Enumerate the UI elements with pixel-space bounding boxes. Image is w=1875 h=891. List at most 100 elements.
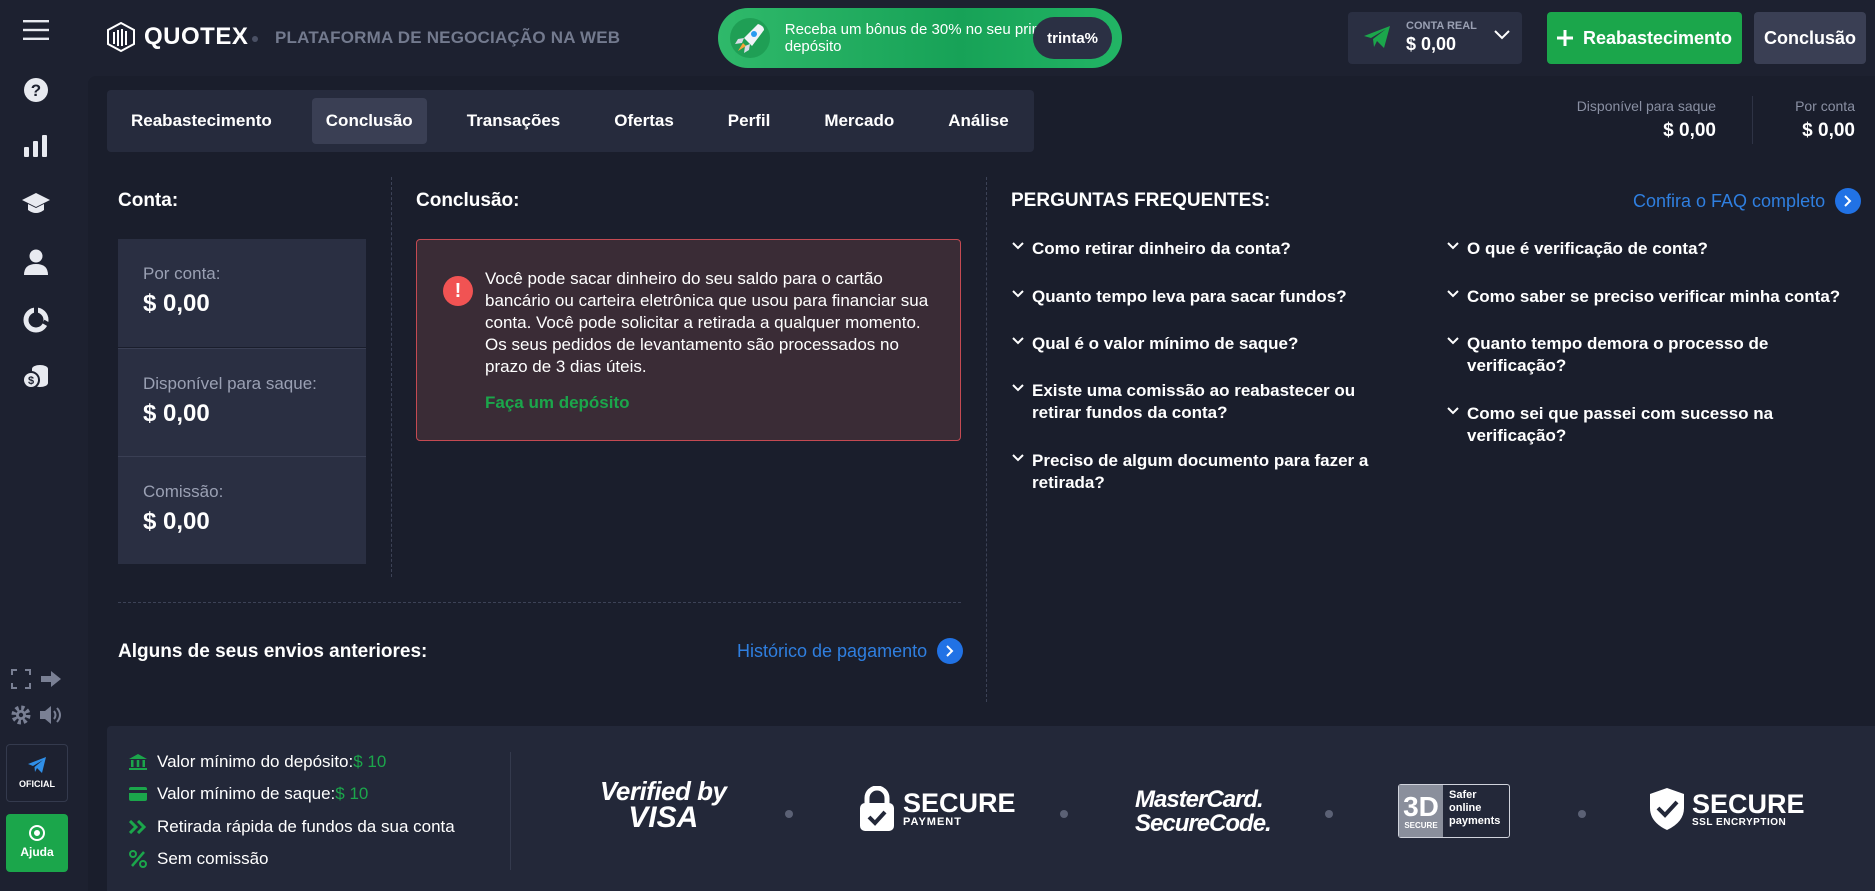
section-divider [391,177,392,577]
chevron-down-icon [1447,337,1459,345]
promo-badge[interactable]: trinta% [1033,17,1112,59]
help-status-icon [31,827,43,839]
3d-text-line1: Safer [1449,789,1477,801]
tab-transactions[interactable]: Transações [453,98,575,144]
chart-icon[interactable] [18,128,54,164]
chevron-right-icon [1835,188,1862,214]
coins-icon[interactable]: $ [18,358,54,394]
card-icon [129,785,147,803]
account-total-balance: Por conta $ 0,00 [1795,98,1855,142]
logout-arrow-icon[interactable] [38,666,64,692]
chevron-down-icon [1447,242,1459,250]
header: QUOTEX PLATAFORMA DE NEGOCIAÇÃO NA WEB R… [72,0,1875,76]
tab-offers[interactable]: Ofertas [600,98,688,144]
full-faq-link[interactable]: Confira o FAQ completo [1633,188,1862,214]
tab-deposit[interactable]: Reabastecimento [117,98,286,144]
help-icon[interactable]: ? [18,72,54,108]
available-balance-label: Disponível para saque [1576,98,1716,114]
payment-history-label: Histórico de pagamento [737,640,928,661]
tab-profile[interactable]: Perfil [714,98,785,144]
faq-question: Quanto tempo leva para sacar fundos? [1032,287,1347,306]
fast-withdraw-info: Retirada rápida de fundos da sua conta [129,817,455,837]
deposit-button[interactable]: Reabastecimento [1547,12,1742,64]
account-balance: $ 0,00 [1406,34,1457,54]
make-deposit-link[interactable]: Faça um depósito [485,393,630,413]
3d-text-line3: payments [1449,815,1501,827]
sound-icon[interactable] [38,702,64,728]
min-withdraw-label: Valor mínimo de saque: [157,784,336,803]
market-icon[interactable] [18,302,54,338]
deposit-button-label: Reabastecimento [1582,27,1733,48]
mastercard-top-text: MasterCard. [1135,786,1264,813]
faq-question: Como retirar dinheiro da conta? [1032,239,1291,258]
mastercard-securecode-logo: MasterCard. SecureCode. [1135,786,1272,837]
account-total-value: $ 0,00 [1802,120,1855,141]
3d-text-line2: online [1449,802,1482,814]
faq-item[interactable]: Como saber se preciso verificar minha co… [1447,286,1847,308]
secure-payment-logo: SECURE PAYMENT [859,786,1016,832]
stat-card-commission: Comissão: $ 0,00 [118,456,366,564]
history-title: Alguns de seus envios anteriores: [118,641,428,662]
available-balance: Disponível para saque $ 0,00 [1577,98,1716,142]
payment-info-footer: Valor mínimo do depósito:$ 10 Valor míni… [107,726,1875,891]
available-balance-value: $ 0,00 [1663,120,1716,141]
faq-question: Quanto tempo demora o processo de verifi… [1467,334,1769,375]
shield-check-icon [1650,788,1684,830]
tab-withdraw[interactable]: Conclusão [311,98,427,144]
chevron-down-icon [1012,290,1024,298]
chevron-down-icon [1012,242,1024,250]
logo-text: QUOTEX [144,23,249,50]
withdraw-button[interactable]: Conclusão [1754,12,1866,64]
secure-ssl-logo: SECURE SSL ENCRYPTION [1650,788,1805,830]
section-divider [118,602,961,603]
faq-item[interactable]: Quanto tempo demora o processo de verifi… [1447,333,1827,377]
official-telegram-button[interactable]: OFICIAL [6,744,68,802]
payment-history-link[interactable]: Histórico de pagamento [737,638,964,664]
mastercard-bottom-text: SecureCode. [1135,810,1272,837]
promo-banner[interactable]: Receba um bônus de 30% no seu primeiro d… [718,8,1122,68]
faq-item[interactable]: Quanto tempo leva para sacar fundos? [1012,286,1402,308]
settings-gear-icon[interactable] [8,702,34,728]
visa-bottom-text: VISA [628,801,699,834]
exclamation-icon: ! [443,276,473,306]
faq-item[interactable]: Qual é o valor mínimo de saque? [1012,333,1402,355]
faq-item[interactable]: Preciso de algum documento para fazer a … [1012,450,1392,494]
paper-plane-icon [1364,26,1390,48]
fast-withdraw-text: Retirada rápida de fundos da sua conta [157,817,455,836]
faq-question: Como saber se preciso verificar minha co… [1467,287,1841,306]
chevron-down-icon [1494,30,1510,40]
faq-item[interactable]: Existe uma comissão ao reabastecer ou re… [1012,380,1392,424]
account-selector[interactable]: CONTA REAL $ 0,00 [1348,12,1522,64]
faq-item[interactable]: O que é verificação de conta? [1447,238,1837,260]
logo[interactable]: QUOTEX [106,22,248,52]
3d-secure-logo: 3D SECURE Safer online payments [1398,784,1510,838]
footer-dot [1325,810,1333,818]
profile-icon[interactable] [18,244,54,280]
tab-analytics[interactable]: Análise [934,98,1022,144]
min-withdraw-value: $ 10 [335,784,369,803]
stat-card-available: Disponível para saque: $ 0,00 [118,348,366,456]
menu-icon[interactable] [18,12,54,48]
plus-icon [1556,30,1573,46]
faq-question: Qual é o valor mínimo de saque? [1032,334,1299,353]
faq-item[interactable]: Como retirar dinheiro da conta? [1012,238,1402,260]
footer-dot [1060,810,1068,818]
separator-dot [252,36,258,42]
chevron-down-icon [1447,407,1459,415]
ssl-top-text: SECURE [1692,788,1805,819]
fullscreen-icon[interactable] [8,666,34,692]
help-button[interactable]: Ajuda [6,814,68,872]
rocket-icon [724,11,777,65]
tab-bar: Reabastecimento Conclusão Transações Ofe… [107,90,1034,152]
no-commission-text: Sem comissão [157,849,269,868]
faq-title: PERGUNTAS FREQUENTES: [1011,190,1271,211]
faq-item[interactable]: Como sei que passei com sucesso na verif… [1447,403,1827,447]
stat-label: Comissão: [143,482,224,501]
percent-icon [129,850,147,868]
bank-icon [129,753,147,771]
secure-payment-top: SECURE [903,788,1016,818]
education-icon[interactable] [18,186,54,222]
tab-market[interactable]: Mercado [810,98,908,144]
stat-label: Por conta: [143,264,221,283]
chevron-down-icon [1012,454,1024,462]
